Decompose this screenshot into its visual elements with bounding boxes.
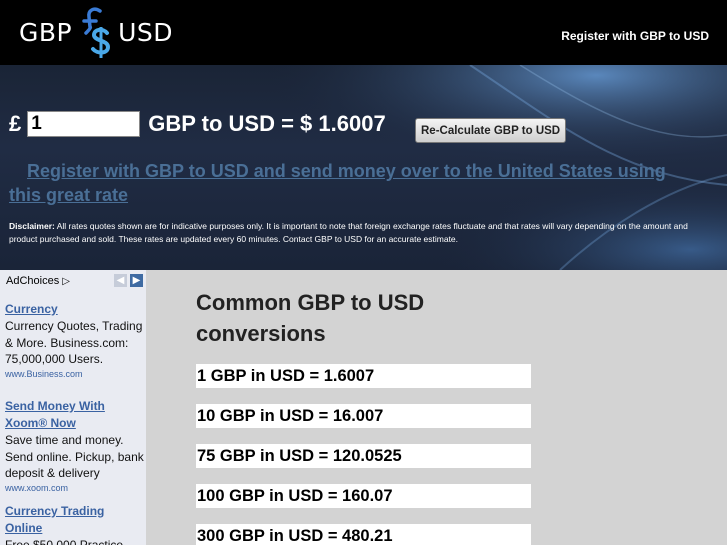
chevron-right-icon[interactable]: ▶	[130, 274, 143, 287]
page-title: Common GBP to USD conversions	[196, 290, 425, 346]
promo-register-link[interactable]: Register with GBP to USD and send money …	[9, 159, 699, 207]
ad-body: Currency Quotes, Trading & More. Busines…	[5, 319, 143, 366]
header-register-link[interactable]: Register with GBP to USD	[561, 29, 709, 43]
ad-url[interactable]: www.Business.com	[5, 368, 145, 381]
adchoices-label[interactable]: AdChoices ▷	[6, 275, 70, 287]
ad-item: Send Money With Xoom® Now Save time and …	[5, 398, 145, 495]
ad-item: Currency Trading Online Free $50,000 Pra…	[5, 503, 145, 545]
ad-title-link[interactable]: Send Money With Xoom® Now	[5, 398, 145, 432]
ad-url[interactable]: www.xoom.com	[5, 482, 145, 495]
conversion-row: 10 GBP in USD = 16.007	[196, 404, 531, 428]
calculator-row: £ GBP to USD = $ 1.6007	[9, 111, 386, 137]
ad-title-link[interactable]: Currency Trading Online	[5, 503, 145, 537]
site-logo[interactable]: GBP USD	[19, 3, 173, 61]
calculator-panel: £ GBP to USD = $ 1.6007 Re-Calculate GBP…	[0, 65, 727, 270]
amount-input[interactable]	[27, 111, 141, 137]
adchoices-triangle-icon: ▷	[62, 275, 70, 287]
ad-item: Currency Currency Quotes, Trading & More…	[5, 301, 145, 381]
ad-sidebar: AdChoices ▷ ◀ ▶ Currency Currency Quotes…	[0, 270, 146, 545]
ad-body: Save time and money. Send online. Pickup…	[5, 433, 144, 480]
pound-dollar-logo-icon	[74, 3, 116, 61]
conversion-row: 1 GBP in USD = 1.6007	[196, 364, 531, 388]
disclaimer-text: All rates quotes shown are for indicativ…	[9, 221, 688, 244]
adchoices-text: AdChoices	[6, 275, 60, 287]
chevron-left-icon[interactable]: ◀	[114, 274, 127, 287]
disclaimer: Disclaimer: All rates quotes shown are f…	[9, 220, 715, 246]
logo-text-left: GBP	[19, 17, 73, 47]
logo-text-right: USD	[118, 17, 174, 47]
conversion-row: 100 GBP in USD = 160.07	[196, 484, 531, 508]
conversion-row: 75 GBP in USD = 120.0525	[196, 444, 531, 468]
ad-body: Free $50,000 Practice	[5, 538, 124, 545]
site-header: GBP USD Register with GBP to USD	[0, 0, 727, 65]
conversions-panel: Common GBP to USD conversions 1 GBP in U…	[146, 270, 727, 545]
recalculate-button[interactable]: Re-Calculate GBP to USD	[415, 118, 567, 143]
disclaimer-label: Disclaimer:	[9, 221, 55, 231]
currency-symbol: £	[9, 111, 22, 136]
conversion-row: 300 GBP in USD = 480.21	[196, 524, 531, 545]
conversion-result: GBP to USD = $ 1.6007	[148, 111, 386, 136]
ad-title-link[interactable]: Currency	[5, 301, 145, 318]
